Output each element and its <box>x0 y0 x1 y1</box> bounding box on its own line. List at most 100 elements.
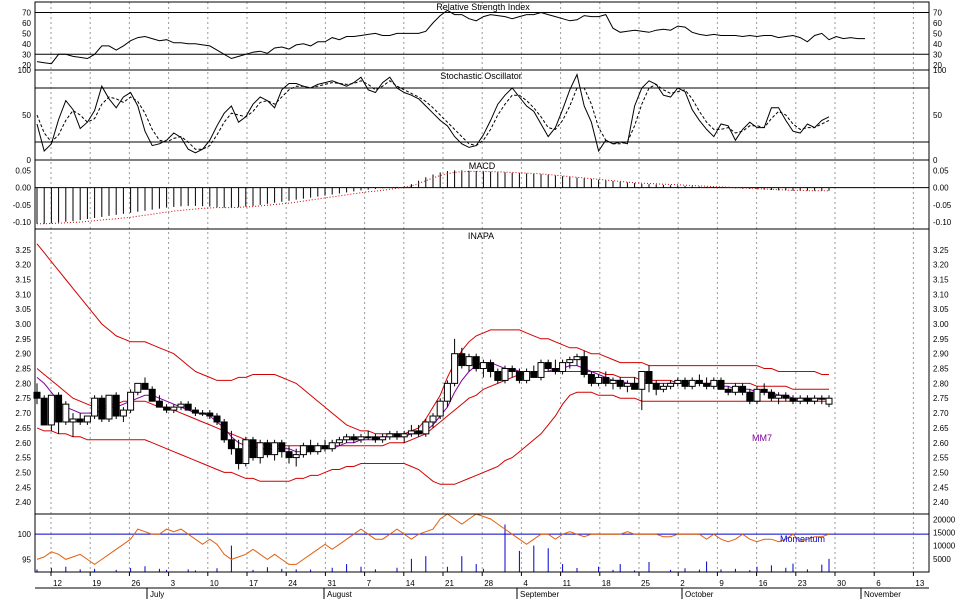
stoch-k-line <box>36 72 830 154</box>
candle-body <box>83 415 91 423</box>
candle-body <box>566 359 574 364</box>
candle-body <box>263 442 271 456</box>
x-day-label: 2 <box>680 579 685 588</box>
macd-tick-label-left: 0.00 <box>15 184 31 193</box>
macd-tick-label-left: -0.10 <box>13 218 32 227</box>
macd-tick-label-right: -0.10 <box>933 218 952 227</box>
rsi-tick-label-right: 40 <box>933 40 942 49</box>
price-tick-label-left: 2.55 <box>15 454 31 463</box>
candle-body <box>451 353 459 384</box>
candle-body <box>544 362 552 370</box>
stoch-title: Stochastic Oscillator <box>440 71 522 81</box>
price-tick-label-right: 3.25 <box>933 246 949 255</box>
candle-body <box>681 379 689 387</box>
candle-body <box>379 436 387 441</box>
x-day-label: 28 <box>484 579 493 588</box>
rsi-tick-label-right: 50 <box>933 29 942 38</box>
price-tick-label-right: 2.85 <box>933 365 949 374</box>
price-tick-label-right: 2.40 <box>933 498 949 507</box>
price-tick-label-right: 2.50 <box>933 468 949 477</box>
x-month-label: November <box>864 590 901 599</box>
candle-body <box>321 445 329 450</box>
candle-body <box>407 430 415 435</box>
candle-body <box>242 439 250 465</box>
price-tick-label-left: 2.75 <box>15 394 31 403</box>
candle-body <box>487 362 495 372</box>
stoch-tick-label-left: 100 <box>18 66 32 75</box>
price-tick-label-left: 2.45 <box>15 483 31 492</box>
rsi-title: Relative Strength Index <box>436 2 530 12</box>
price-tick-label-left: 2.65 <box>15 424 31 433</box>
candle-body <box>667 382 675 387</box>
candle-body <box>710 379 718 387</box>
candle-body <box>285 451 293 459</box>
candle-body <box>523 371 531 381</box>
price-tick-label-left: 2.40 <box>15 498 31 507</box>
macd-title: MACD <box>469 161 496 171</box>
candle-body <box>559 362 567 372</box>
candle-body <box>141 382 149 390</box>
candle-body <box>494 371 502 381</box>
candle-body <box>767 391 775 399</box>
candle-body <box>825 397 833 405</box>
technical-chart: 70 70 60 60 50 50 40 40 30 30 20 20 Relative Strengt… <box>0 0 964 599</box>
candle-body <box>148 388 156 402</box>
candle-body <box>371 436 379 441</box>
price-tick-label-left: 2.90 <box>15 350 31 359</box>
rsi-line <box>36 9 865 65</box>
candle-body <box>443 382 451 402</box>
momentum-tick-label: 95 <box>22 555 31 564</box>
candle-body <box>508 368 516 372</box>
candle-body <box>645 371 653 384</box>
candle-body <box>55 394 63 423</box>
candle-body <box>335 439 343 444</box>
candle-body <box>623 382 631 387</box>
candle-body <box>206 412 214 417</box>
candle-body <box>357 436 365 441</box>
volume-tick-label: 20000 <box>933 515 956 524</box>
rsi-tick-label-left: 50 <box>22 29 31 38</box>
stoch-tick-label-right: 50 <box>933 111 942 120</box>
price-tick-label-left: 2.60 <box>15 439 31 448</box>
candle-body <box>191 409 199 414</box>
candle-body <box>638 371 646 390</box>
candle-body <box>98 397 106 420</box>
macd-tick-label-left: -0.05 <box>13 201 32 210</box>
price-tick-label-right: 2.80 <box>933 379 949 388</box>
candle-body <box>724 388 732 393</box>
x-day-label: 25 <box>641 579 650 588</box>
candle-body <box>551 368 559 372</box>
x-day-label: 26 <box>131 579 140 588</box>
x-day-label: 11 <box>563 579 572 588</box>
stoch-tick-label-right: 0 <box>933 156 938 165</box>
candle-body <box>739 385 747 393</box>
candle-body <box>465 356 473 367</box>
x-month-label: September <box>520 590 559 599</box>
x-day-label: 18 <box>602 579 611 588</box>
price-tick-label-right: 2.70 <box>933 409 949 418</box>
x-day-label: 12 <box>53 579 62 588</box>
candle-body <box>307 445 315 453</box>
candle-body <box>127 391 135 411</box>
candle-body <box>62 403 70 423</box>
candle-body <box>119 409 127 417</box>
price-tick-label-right: 2.45 <box>933 483 949 492</box>
price-tick-label-left: 2.50 <box>15 468 31 477</box>
candle-body <box>364 436 372 439</box>
x-day-label: 14 <box>406 579 415 588</box>
candle-body <box>386 433 394 438</box>
price-tick-label-right: 3.00 <box>933 320 949 329</box>
candle-body <box>595 376 603 384</box>
macd-tick-label-right: 0.05 <box>933 166 949 175</box>
candle-body <box>796 397 804 402</box>
x-day-label: 21 <box>445 579 454 588</box>
stoch-d-line <box>36 80 830 150</box>
rsi-tick-label-left: 40 <box>22 40 31 49</box>
candle-body <box>227 439 235 450</box>
price-tick-label-right: 2.65 <box>933 424 949 433</box>
candle-body <box>47 394 55 426</box>
candle-body <box>602 376 610 384</box>
candle-body <box>746 391 754 402</box>
candle-body <box>695 379 703 384</box>
candle-body <box>731 385 739 393</box>
